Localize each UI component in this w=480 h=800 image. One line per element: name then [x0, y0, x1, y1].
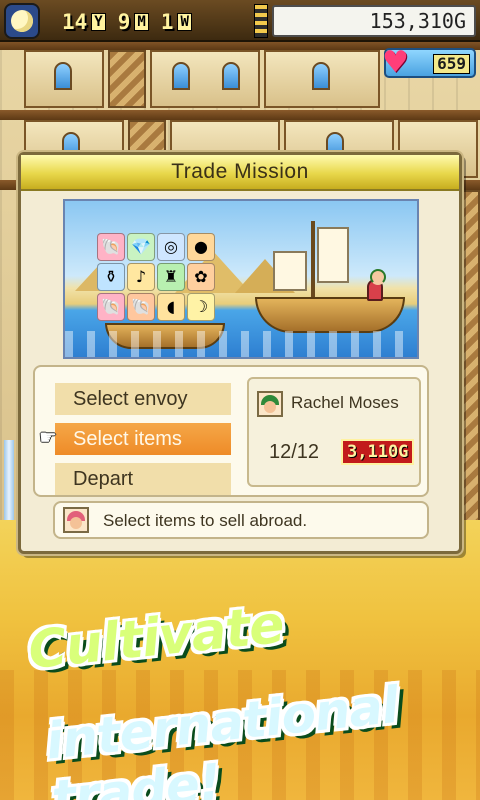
money-display: 153,310G: [272, 5, 476, 37]
room: [24, 50, 104, 108]
banana-icon: ☽: [187, 293, 215, 321]
item-count: 12/12: [269, 441, 320, 463]
crystal-icon: 💎: [127, 233, 155, 261]
select-envoy-button[interactable]: Select envoy: [55, 383, 231, 415]
bread-icon: ◖: [157, 293, 185, 321]
envoy-name: Rachel Moses: [291, 393, 399, 412]
trade-goods-grid: 🐚 💎 ◎ ● ⚱ ♪ ♜ ✿ 🐚 🐚 ◖ ☽: [97, 233, 219, 325]
select-items-label: Select items: [73, 427, 182, 450]
mission-menu: Select envoy ☛ Select items Depart Rache…: [33, 365, 429, 497]
heart-points-display: ♥ 659: [382, 45, 476, 80]
trade-mission-dialog: Trade Mission 🐚 💎 ◎ ● ⚱ ♪ ♜ ✿ 🐚 🐚 ◖ ☽ Se…: [18, 152, 462, 554]
trade-illustration: 🐚 💎 ◎ ● ⚱ ♪ ♜ ✿ 🐚 🐚 ◖ ☽: [63, 199, 419, 359]
jar-icon: ⚱: [97, 263, 125, 291]
week-value: 1: [160, 10, 174, 34]
room: [150, 50, 260, 108]
depart-button[interactable]: Depart: [55, 463, 231, 495]
envoy-portrait: [257, 391, 283, 417]
sailor-character: [367, 269, 386, 301]
mirror-icon: ◎: [157, 233, 185, 261]
select-items-button[interactable]: ☛ Select items: [39, 423, 231, 455]
pretzel-icon: ✿: [187, 263, 215, 291]
advisor-portrait: [63, 507, 89, 533]
year-value: 14: [62, 10, 88, 34]
top-hud: 14 Y 9 M 1 W 153,310G: [0, 0, 480, 42]
game-date: 14 Y 9 M 1 W: [62, 8, 248, 36]
week-unit: W: [177, 13, 192, 31]
nut-icon: ●: [187, 233, 215, 261]
lute-icon: ♪: [127, 263, 155, 291]
floor-beam: [0, 110, 480, 120]
hint-text: Select items to sell abroad.: [103, 511, 308, 530]
heart-points-value: 659: [433, 54, 470, 74]
month-value: 9: [117, 10, 131, 34]
trade-cost: 3,110G: [341, 439, 415, 465]
room: [264, 50, 380, 108]
ship-sail: [273, 251, 307, 291]
sea-waves: [65, 331, 417, 357]
shell-icon: 🐚: [127, 293, 155, 321]
trophy-icon: ♜: [157, 263, 185, 291]
stairs-right: [462, 190, 480, 570]
moon-icon: [11, 10, 33, 32]
stairs: [108, 50, 146, 108]
merchant-ship: [255, 297, 405, 333]
hint-bar: Select items to sell abroad.: [53, 501, 429, 539]
dialog-title: Trade Mission: [21, 155, 459, 191]
month-unit: M: [134, 13, 149, 31]
heart-icon: ♥: [382, 45, 409, 80]
hud-divider: [254, 4, 268, 38]
shell-icon: 🐚: [97, 233, 125, 261]
shell-icon: 🐚: [97, 293, 125, 321]
year-unit: Y: [91, 13, 106, 31]
envoy-card[interactable]: Rachel Moses 12/12 3,110G: [247, 377, 421, 487]
time-of-day-indicator[interactable]: [4, 3, 40, 39]
hand-pointer-icon: ☛: [39, 427, 57, 449]
ship-sail: [317, 227, 349, 283]
